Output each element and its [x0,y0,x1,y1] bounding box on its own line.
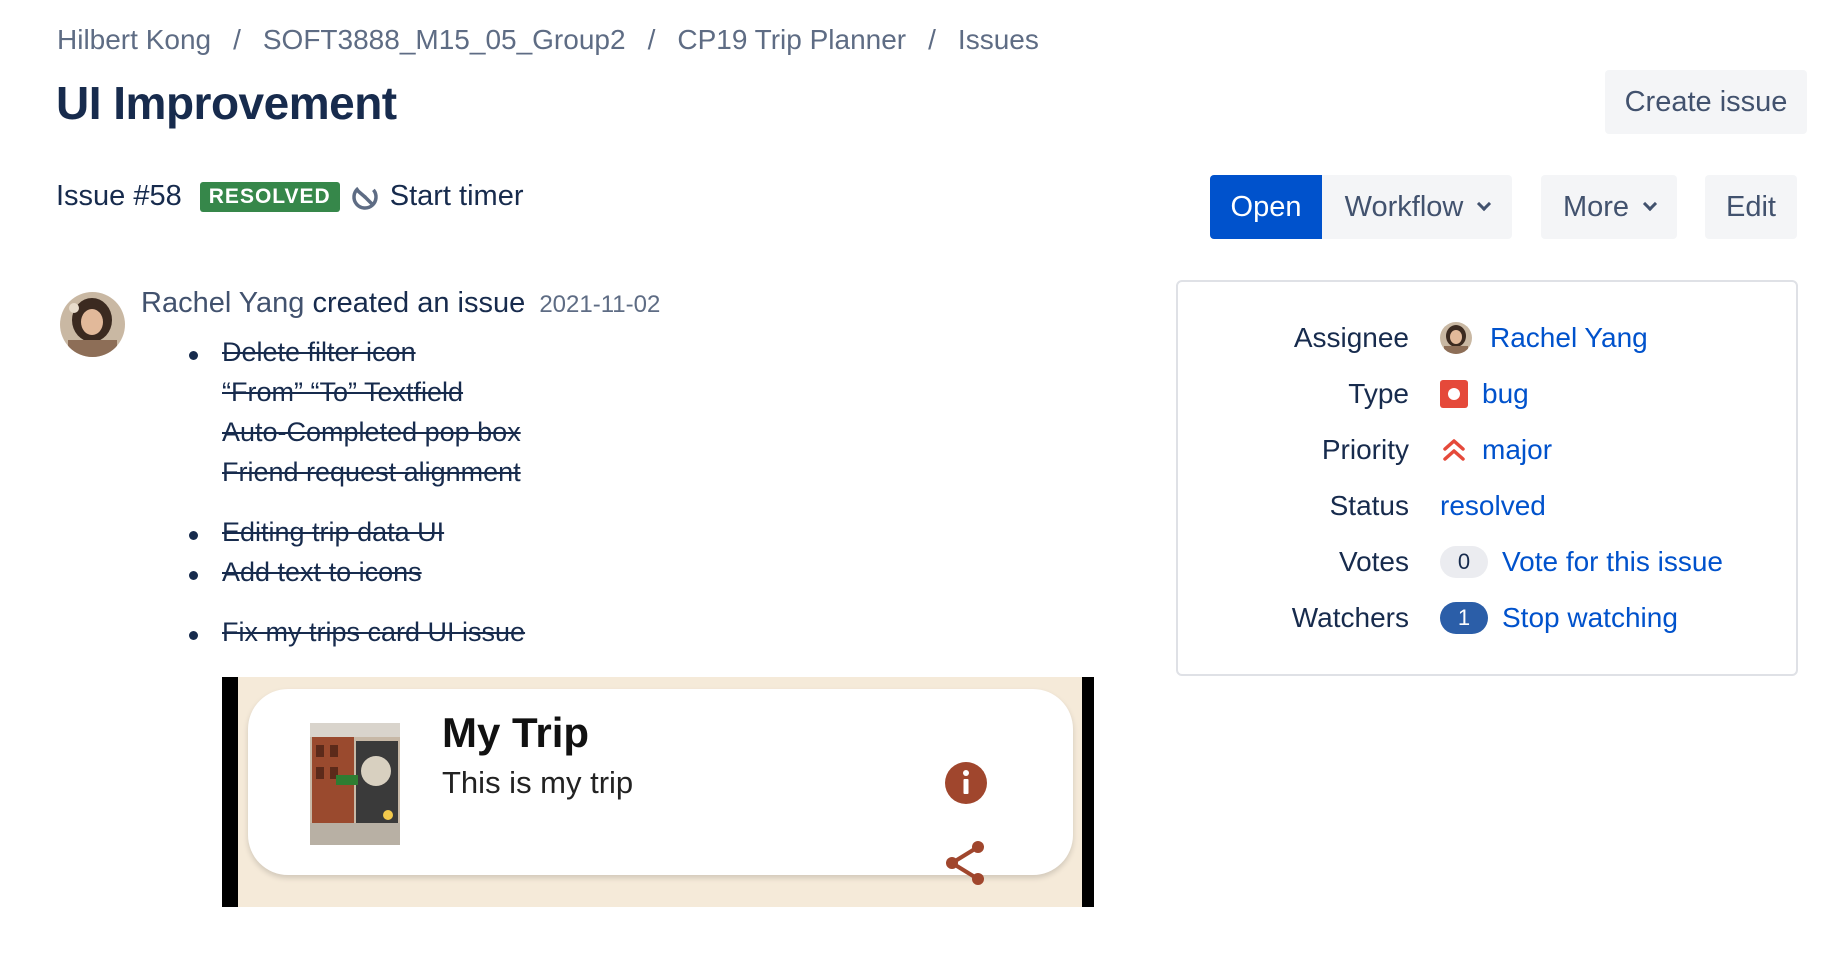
more-dropdown[interactable]: More [1541,175,1677,239]
status-link[interactable]: resolved [1440,490,1546,522]
workflow-label: Workflow [1344,190,1464,223]
list-item: Delete filter icon [222,337,416,367]
breadcrumb-separator: / [928,24,936,55]
chevron-down-icon [1477,196,1492,212]
list-bullet [189,351,198,360]
trip-title: My Trip [442,709,590,756]
watchers-field: Watchers 1 Stop watching [1178,598,1800,638]
info-icon [945,762,987,804]
watchers-count: 1 [1440,602,1488,634]
open-button[interactable]: Open [1210,175,1322,239]
activity-action: created an issue [312,287,526,319]
type-link[interactable]: bug [1482,378,1529,410]
created-date: 2021-11-02 [539,291,661,318]
status-field: Status resolved [1178,486,1800,526]
issue-number: Issue #58 [56,180,182,212]
chevron-down-icon [1642,196,1658,212]
watchers-label: Watchers [1291,602,1409,633]
workflow-dropdown[interactable]: Workflow [1322,175,1512,239]
assignee-label: Assignee [1293,322,1409,353]
stop-watching-link[interactable]: Stop watching [1502,602,1678,634]
start-timer-button[interactable]: Start timer [350,180,524,213]
breadcrumb-separator: / [233,24,241,55]
list-item: Auto-Completed pop box [222,417,521,447]
activity-header: Rachel Yang created an issue 2021-11-02 [141,287,660,320]
share-icon [946,841,984,885]
votes-count: 0 [1440,546,1488,578]
trip-thumbnail [310,723,400,845]
vote-link[interactable]: Vote for this issue [1502,546,1723,578]
type-label: Type [1348,378,1409,409]
breadcrumb-user[interactable]: Hilbert Kong [57,24,211,56]
attached-screenshot[interactable]: My Trip This is my trip [222,677,1094,907]
list-item: Friend request alignment [222,457,521,487]
breadcrumb-separator: / [647,24,656,55]
list-item: Fix my trips card UI issue [222,617,526,647]
votes-label: Votes [1338,546,1409,577]
trip-subtitle: This is my trip [442,765,634,800]
priority-label: Priority [1321,434,1409,465]
issue-details-panel: Assignee Rachel Yang Type bug Priority m… [1176,280,1798,676]
breadcrumb-issues[interactable]: Issues [958,24,1039,56]
list-item: Editing trip data UI [222,517,445,547]
author-name[interactable]: Rachel Yang [141,287,304,319]
list-bullet [189,531,198,540]
status-badge: RESOLVED [199,181,340,212]
create-issue-button[interactable]: Create issue [1605,70,1807,134]
priority-link[interactable]: major [1482,434,1552,466]
timer-icon [351,183,378,210]
breadcrumb-project[interactable]: CP19 Trip Planner [677,24,906,56]
list-bullet [189,571,198,580]
more-label: More [1562,190,1630,223]
priority-field: Priority major [1178,430,1800,470]
breadcrumb-group[interactable]: SOFT3888_M15_05_Group2 [263,24,626,56]
bug-icon [1440,380,1468,408]
list-bullet [189,631,198,640]
breadcrumb: Hilbert Kong / SOFT3888_M15_05_Group2 / … [57,24,1039,56]
assignee-avatar [1440,322,1472,354]
issue-meta: Issue #58 RESOLVED Start timer [56,180,523,213]
priority-major-icon [1443,439,1465,461]
assignee-field: Assignee Rachel Yang [1178,318,1800,358]
status-label: Status [1329,490,1409,521]
votes-field: Votes 0 Vote for this issue [1178,542,1800,582]
list-item: Add text to icons [222,557,422,587]
type-field: Type bug [1178,374,1800,414]
edit-button[interactable]: Edit [1705,175,1797,239]
list-item: “From” “To” Textfield [222,377,464,407]
avatar[interactable] [60,292,125,357]
assignee-link[interactable]: Rachel Yang [1490,322,1648,354]
page-title: UI Improvement [56,77,397,129]
start-timer-label: Start timer [389,180,524,212]
